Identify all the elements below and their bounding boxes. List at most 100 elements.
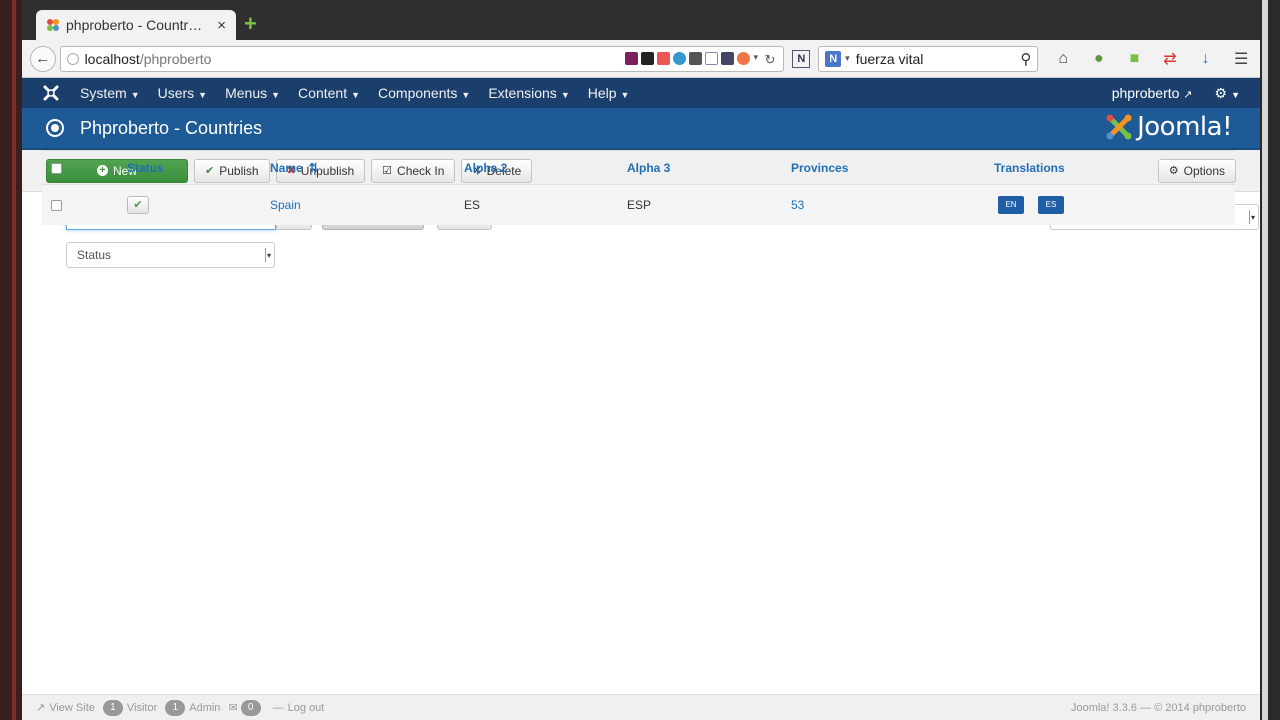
user-settings-menu[interactable]: ⚙ ▼ <box>1215 85 1240 102</box>
dropdown-icon[interactable]: ▾ <box>753 52 761 65</box>
header-name-label: Name <box>270 160 303 175</box>
sync-icon[interactable]: ⇄ <box>1159 48 1181 70</box>
joomla-logo-icon <box>1106 114 1132 140</box>
visitor-count: 1 Visitor <box>102 699 158 716</box>
header-alpha2[interactable]: Alpha 2 <box>464 151 627 185</box>
chevron-down-icon: ▼ <box>1231 89 1240 100</box>
reload-icon[interactable]: ↻ <box>764 52 777 67</box>
header-provinces[interactable]: Provinces <box>791 151 994 185</box>
country-name-link[interactable]: Spain <box>270 198 301 212</box>
addon-icon[interactable] <box>705 52 719 65</box>
logout-link[interactable]: — Log out <box>273 702 325 714</box>
menu-content[interactable]: Content ▼ <box>298 85 360 101</box>
chevron-down-icon: ▼ <box>198 90 208 100</box>
admin-count-badge: 1 <box>165 699 186 716</box>
select-all-checkbox[interactable] <box>51 162 62 174</box>
provinces-count-link[interactable]: 53 <box>791 198 804 212</box>
addon-icon[interactable] <box>689 52 703 65</box>
addon-icon[interactable] <box>673 52 687 65</box>
addon-icon[interactable] <box>737 52 751 65</box>
magnifier-icon[interactable]: ⚲ <box>1020 50 1031 68</box>
translation-es-flag[interactable]: ES <box>1038 195 1064 214</box>
chevron-down-icon: ▼ <box>130 90 140 100</box>
search-query[interactable]: fuerza vital <box>856 51 1021 67</box>
browser-tab[interactable]: phproberto - Countr… × <box>36 10 236 40</box>
admin-label: Admin <box>189 701 221 714</box>
countries-table: Status Name ⇅ Alpha 2 Alpha 3 Provinces T… <box>42 150 1235 225</box>
search-bar[interactable]: N ▾ fuerza vital ⚲ <box>818 45 1039 72</box>
status-footer: ↗ View Site 1 Visitor 1 Admin ✉ 0 — Log out J… <box>22 694 1260 720</box>
site-link[interactable]: phproberto ↗ <box>1112 85 1193 101</box>
menu-components-label: Components <box>378 85 458 101</box>
evernote-icon[interactable]: ■ <box>1124 48 1146 70</box>
new-tab-button[interactable]: + <box>244 13 257 35</box>
menu-components[interactable]: Components ▼ <box>378 85 470 101</box>
menu-icon[interactable]: ☰ <box>1230 48 1252 70</box>
row-checkbox[interactable] <box>51 200 62 212</box>
chevron-down-icon: ▼ <box>461 90 471 100</box>
envelope-icon: ✉ <box>228 702 238 714</box>
header-translations[interactable]: Translations <box>994 151 1235 185</box>
joomla-menu-icon[interactable] <box>42 84 60 102</box>
addon-icon[interactable] <box>721 52 735 65</box>
menu-users[interactable]: Users ▼ <box>158 85 207 101</box>
header-alpha3[interactable]: Alpha 3 <box>627 151 791 185</box>
chevron-down-icon: ▼ <box>620 90 630 100</box>
published-status-toggle[interactable]: ✔ <box>127 195 149 214</box>
addon-icon[interactable] <box>641 52 655 65</box>
chevron-down-icon: ▼ <box>271 90 281 100</box>
menu-system-label: System <box>80 85 127 101</box>
joomla-logo: Joomla! <box>1105 112 1232 142</box>
gear-icon: ⚙ <box>1214 84 1228 101</box>
minus-icon: — <box>272 701 284 714</box>
radio-target-icon <box>46 119 64 137</box>
site-link-label: phproberto <box>1111 85 1180 101</box>
addon-icon[interactable] <box>625 52 639 65</box>
messages-count[interactable]: ✉ 0 <box>228 699 264 716</box>
tab-title: phproberto - Countr… <box>66 17 203 33</box>
table-row: ✔ Spain ES ESP 53 EN ES <box>42 184 1235 225</box>
engine-caret-icon[interactable]: ▾ <box>845 53 850 64</box>
home-icon[interactable]: ⌂ <box>1052 48 1074 70</box>
select-arrow-icon: ▾ <box>265 248 272 262</box>
globe-icon <box>66 52 79 65</box>
page-n-icon[interactable]: N <box>792 49 811 68</box>
joomla-favicon-icon <box>46 18 60 32</box>
url-path: /phproberto <box>139 50 212 67</box>
url-bar[interactable]: localhost/phproberto ▾ ↻ <box>59 45 785 72</box>
header-status[interactable]: Status <box>127 151 270 185</box>
menu-menus[interactable]: Menus ▼ <box>225 85 280 101</box>
header-name[interactable]: Name ⇅ <box>270 151 464 185</box>
admin-menu-bar: System ▼ Users ▼ Menus ▼ Content ▼ Component… <box>22 78 1260 108</box>
download-icon[interactable]: ↓ <box>1195 48 1217 70</box>
page-title: Phproberto - Countries <box>80 117 263 138</box>
addon-icon[interactable] <box>657 52 671 65</box>
visitor-label: Visitor <box>126 701 158 714</box>
menu-help-label: Help <box>587 85 617 101</box>
view-site-link[interactable]: ↗ View Site <box>36 701 95 715</box>
menu-content-label: Content <box>298 85 348 101</box>
select-arrow-icon: ▾ <box>1249 210 1256 224</box>
menu-extensions-label: Extensions <box>488 85 557 101</box>
desktop-right-edge <box>1258 0 1280 720</box>
close-tab-icon[interactable]: × <box>217 17 226 34</box>
chevron-down-icon: ▼ <box>560 90 570 100</box>
menu-menus-label: Menus <box>225 85 268 101</box>
visitor-count-badge: 1 <box>102 699 123 716</box>
menu-users-label: Users <box>157 85 195 101</box>
status-filter-select[interactable]: Status ▾ <box>66 242 275 268</box>
search-engine-icon[interactable]: N <box>825 50 842 67</box>
navigation-bar: ← localhost/phproberto ▾ ↻ N N ▾ fuerza … <box>22 40 1260 78</box>
menu-extensions[interactable]: Extensions ▼ <box>488 85 569 101</box>
table-header-row: Status Name ⇅ Alpha 2 Alpha 3 Provinces T… <box>42 150 1235 185</box>
menu-help[interactable]: Help ▼ <box>588 85 630 101</box>
back-arrow-icon[interactable]: ← <box>30 45 56 72</box>
checkmark-icon: ✔ <box>133 199 143 212</box>
menu-system[interactable]: System ▼ <box>80 85 140 101</box>
translation-en-flag[interactable]: EN <box>998 195 1024 214</box>
url-host: localhost <box>84 50 140 67</box>
sort-icon: ⇅ <box>308 160 319 175</box>
ghostery-icon[interactable]: ● <box>1088 48 1110 70</box>
country-alpha3: ESP <box>627 197 652 212</box>
messages-count-badge: 0 <box>240 699 261 716</box>
